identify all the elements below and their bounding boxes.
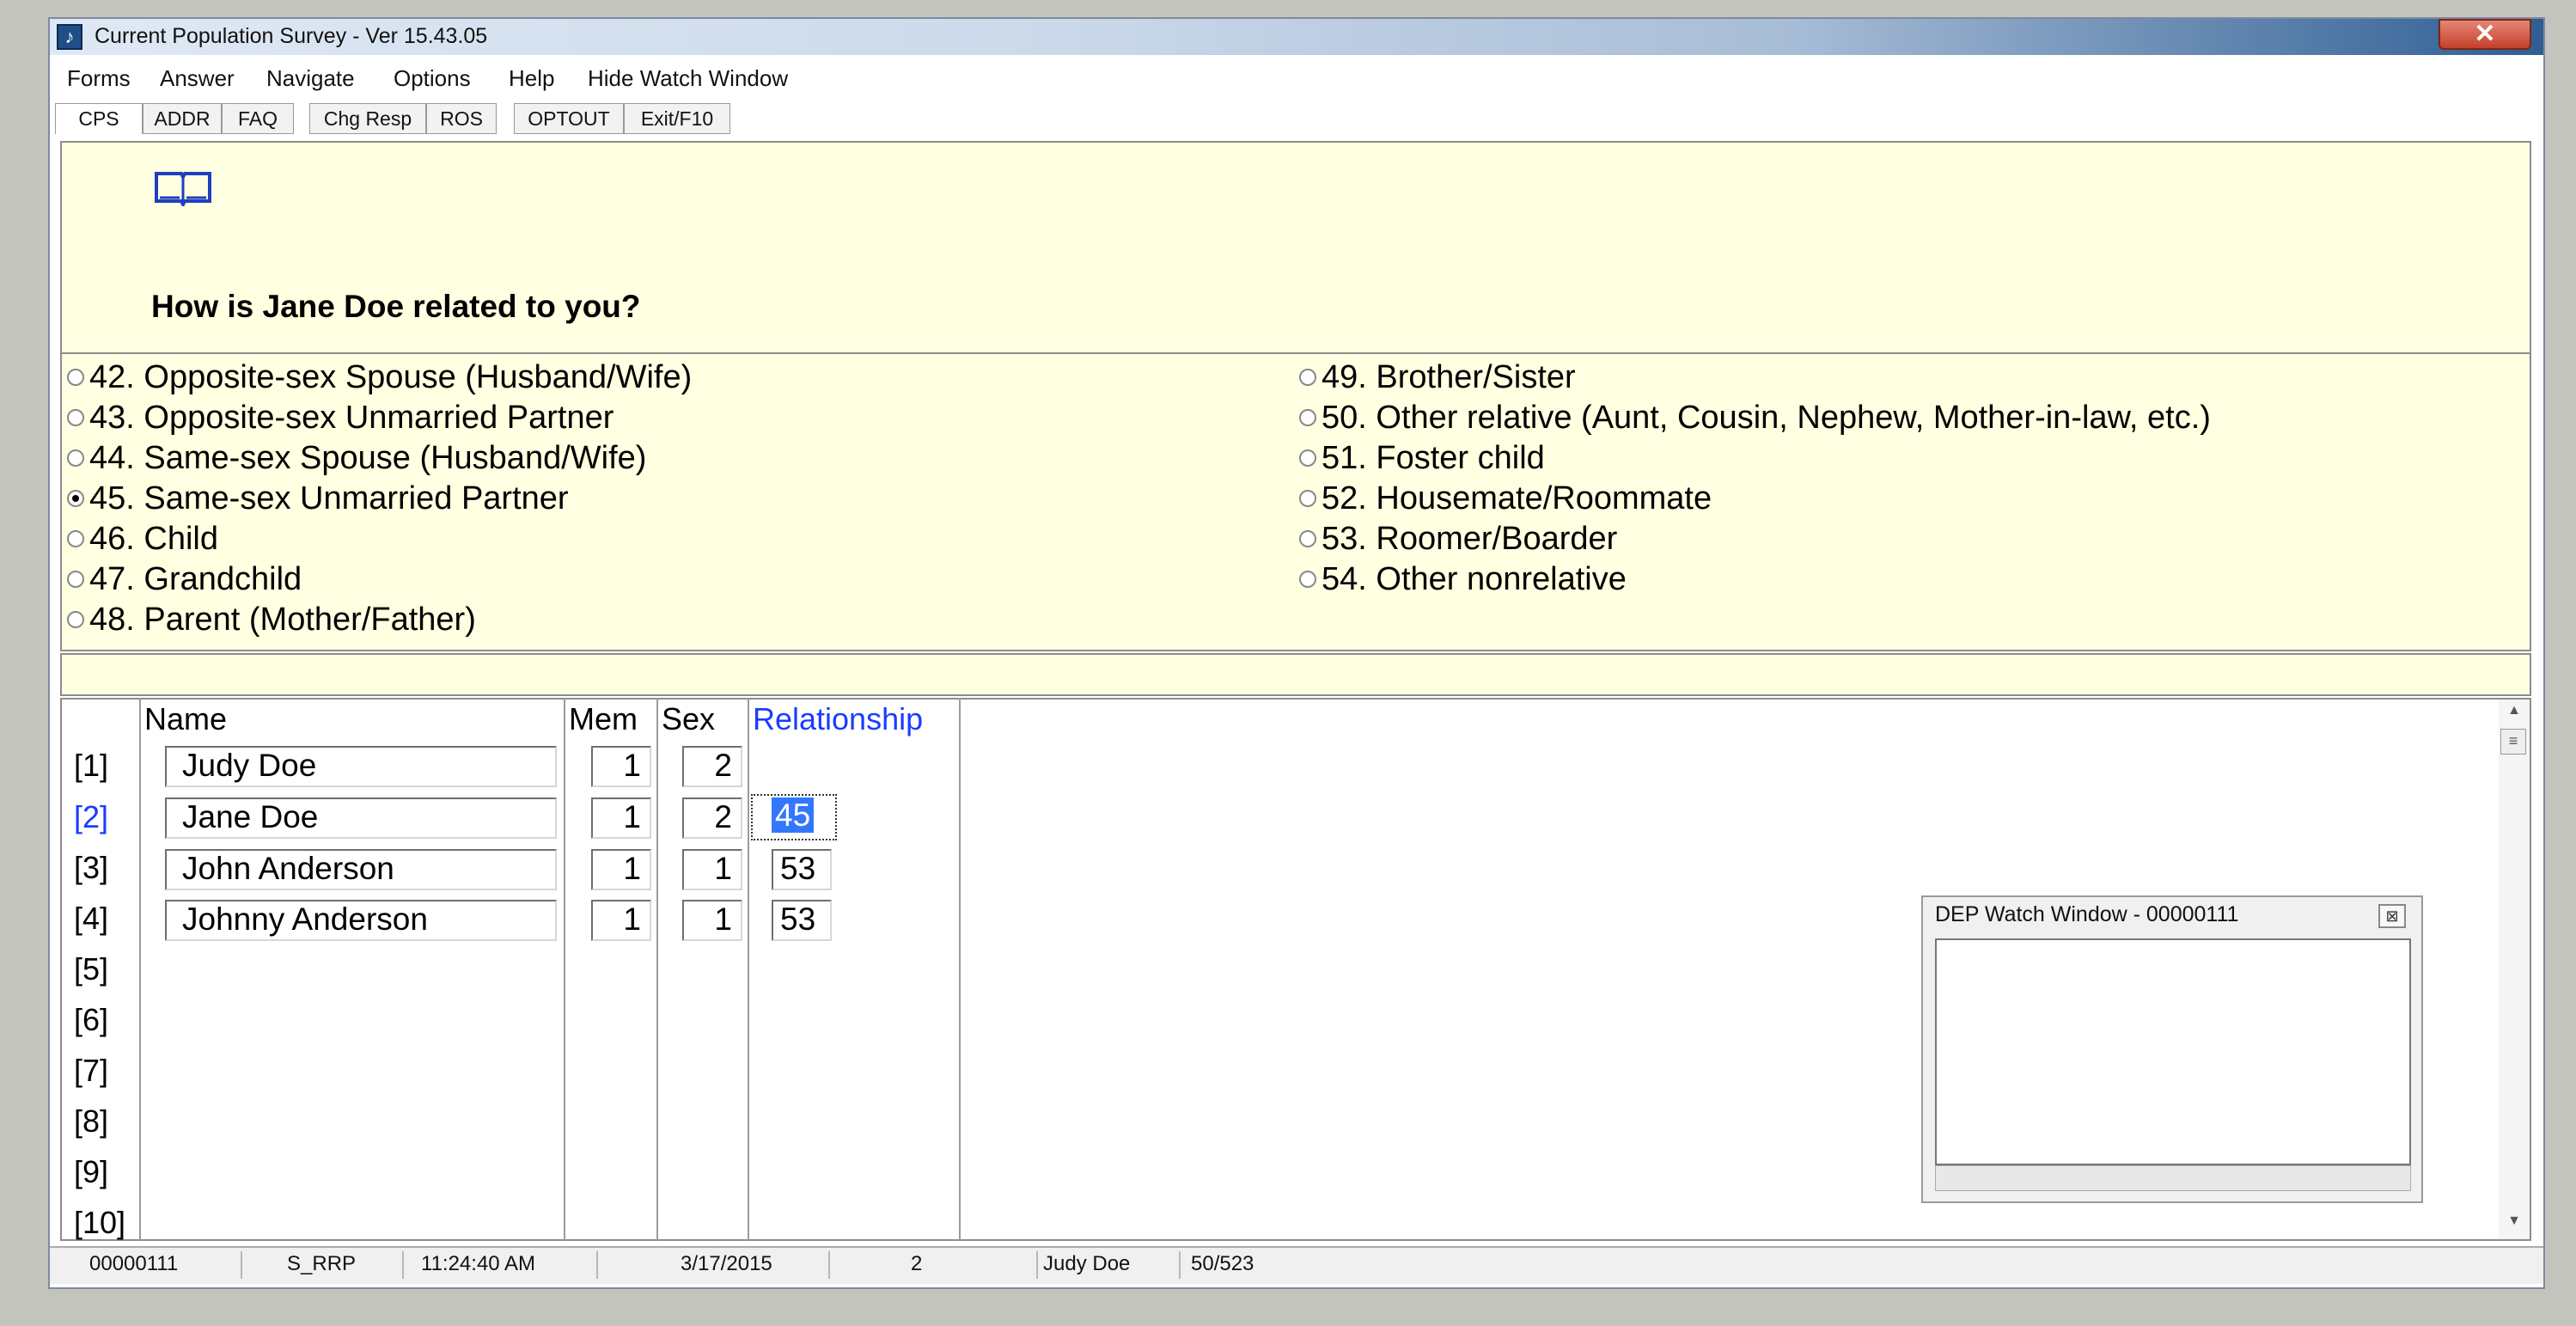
menu-navigate[interactable]: Navigate	[266, 65, 355, 92]
option-47[interactable]: 47. Grandchild	[67, 559, 302, 599]
row-label: [10]	[74, 1205, 126, 1240]
answer-entry-strip[interactable]	[60, 653, 2531, 696]
status-time: 11:24:40 AM	[411, 1251, 598, 1279]
sex-cell[interactable]: 1	[682, 900, 742, 941]
sex-cell[interactable]: 2	[682, 797, 742, 839]
tab-chg-resp[interactable]: Chg Resp	[309, 103, 426, 134]
option-52[interactable]: 52. Housemate/Roommate	[1299, 479, 1712, 518]
name-cell[interactable]: John Anderson	[165, 849, 557, 890]
tab-ros[interactable]: ROS	[426, 103, 497, 134]
radio-button-icon[interactable]	[1299, 530, 1316, 547]
grid-divider	[564, 698, 565, 1241]
radio-button-icon[interactable]	[1299, 490, 1316, 507]
radio-button-icon[interactable]	[1299, 449, 1316, 467]
column-header-relationship: Relationship	[753, 701, 924, 736]
tab-optout[interactable]: OPTOUT	[514, 103, 624, 134]
row-label: [7]	[74, 1053, 109, 1088]
column-header-sex: Sex	[662, 701, 716, 736]
sex-cell[interactable]: 1	[682, 849, 742, 890]
option-54[interactable]: 54. Other nonrelative	[1299, 559, 1627, 599]
menu-options[interactable]: Options	[394, 65, 471, 92]
row-label-current: [2]	[74, 799, 109, 834]
tab-addr[interactable]: ADDR	[143, 103, 222, 134]
watch-window-close-icon[interactable]: ⊠	[2378, 904, 2406, 928]
question-text: How is Jane Doe related to you?	[151, 289, 641, 324]
row-label: [6]	[74, 1002, 109, 1037]
radio-button-icon[interactable]	[67, 530, 84, 547]
row-label: [1]	[74, 748, 109, 783]
name-cell[interactable]: Johnny Anderson	[165, 900, 557, 941]
option-42[interactable]: 42. Opposite-sex Spouse (Husband/Wife)	[67, 357, 692, 397]
watch-window-content[interactable]	[1935, 938, 2411, 1165]
status-respondent: Judy Doe	[1033, 1251, 1181, 1279]
option-53[interactable]: 53. Roomer/Boarder	[1299, 519, 1617, 559]
window-title: Current Population Survey - Ver 15.43.05	[95, 24, 488, 48]
radio-button-icon[interactable]	[67, 611, 84, 628]
scroll-up-icon[interactable]: ▲	[2502, 703, 2526, 724]
relationship-cell-active[interactable]: 45	[751, 794, 837, 840]
grid-divider	[959, 698, 961, 1241]
row-label: [3]	[74, 850, 109, 885]
scroll-thumb-icon[interactable]: ≡	[2500, 729, 2526, 755]
grid-divider	[748, 698, 749, 1241]
relationship-value-selected: 45	[772, 797, 815, 833]
menu-forms[interactable]: Forms	[67, 65, 131, 92]
mem-cell[interactable]: 1	[591, 849, 651, 890]
option-48[interactable]: 48. Parent (Mother/Father)	[67, 600, 476, 639]
row-label: [5]	[74, 951, 109, 987]
option-51[interactable]: 51. Foster child	[1299, 438, 1545, 478]
radio-button-icon[interactable]	[67, 409, 84, 426]
option-45[interactable]: 45. Same-sex Unmarried Partner	[67, 479, 569, 518]
radio-button-icon[interactable]	[67, 369, 84, 386]
row-label: [9]	[74, 1154, 109, 1189]
relationship-cell[interactable]: 53	[772, 900, 832, 941]
radio-button-icon[interactable]	[1299, 571, 1316, 588]
status-field: S_RRP	[277, 1251, 404, 1279]
name-cell[interactable]: Judy Doe	[165, 746, 557, 787]
column-header-mem: Mem	[569, 701, 638, 736]
tab-exit-f10[interactable]: Exit/F10	[624, 103, 730, 134]
option-49[interactable]: 49. Brother/Sister	[1299, 357, 1576, 397]
menu-hide-watch-window[interactable]: Hide Watch Window	[588, 65, 788, 92]
radio-button-icon[interactable]	[67, 571, 84, 588]
row-label: [8]	[74, 1103, 109, 1139]
status-progress: 50/523	[1191, 1252, 1254, 1275]
column-header-name: Name	[144, 701, 228, 736]
menu-help[interactable]: Help	[509, 65, 554, 92]
grid-divider	[656, 698, 658, 1241]
book-icon[interactable]	[153, 168, 213, 211]
mem-cell[interactable]: 1	[591, 746, 651, 787]
mem-cell[interactable]: 1	[591, 797, 651, 839]
row-label: [4]	[74, 901, 109, 936]
status-line: 2	[900, 1251, 1038, 1279]
relationship-cell[interactable]: 53	[772, 849, 832, 890]
grid-divider	[139, 698, 141, 1241]
tab-faq[interactable]: FAQ	[222, 103, 294, 134]
grid-scrollbar[interactable]	[2499, 700, 2530, 1239]
radio-button-selected-icon[interactable]	[67, 490, 84, 507]
option-44[interactable]: 44. Same-sex Spouse (Husband/Wife)	[67, 438, 646, 478]
radio-button-icon[interactable]	[67, 449, 84, 467]
radio-button-icon[interactable]	[1299, 369, 1316, 386]
sex-cell[interactable]: 2	[682, 746, 742, 787]
option-43[interactable]: 43. Opposite-sex Unmarried Partner	[67, 398, 613, 437]
mem-cell[interactable]: 1	[591, 900, 651, 941]
option-50[interactable]: 50. Other relative (Aunt, Cousin, Nephew…	[1299, 398, 2211, 437]
status-case-id: 00000111	[79, 1251, 242, 1279]
name-cell[interactable]: Jane Doe	[165, 797, 557, 839]
app-icon: ♪	[57, 24, 82, 50]
radio-button-icon[interactable]	[1299, 409, 1316, 426]
watch-window-resize-grip-icon[interactable]	[1935, 1165, 2411, 1191]
menu-answer[interactable]: Answer	[160, 65, 235, 92]
scroll-down-icon[interactable]: ▼	[2502, 1213, 2526, 1234]
tab-cps[interactable]: CPS	[55, 103, 143, 134]
option-46[interactable]: 46. Child	[67, 519, 218, 559]
status-date: 3/17/2015	[670, 1251, 830, 1279]
watch-window-title: DEP Watch Window - 00000111	[1935, 902, 2239, 926]
close-button[interactable]: ✕	[2439, 19, 2531, 50]
